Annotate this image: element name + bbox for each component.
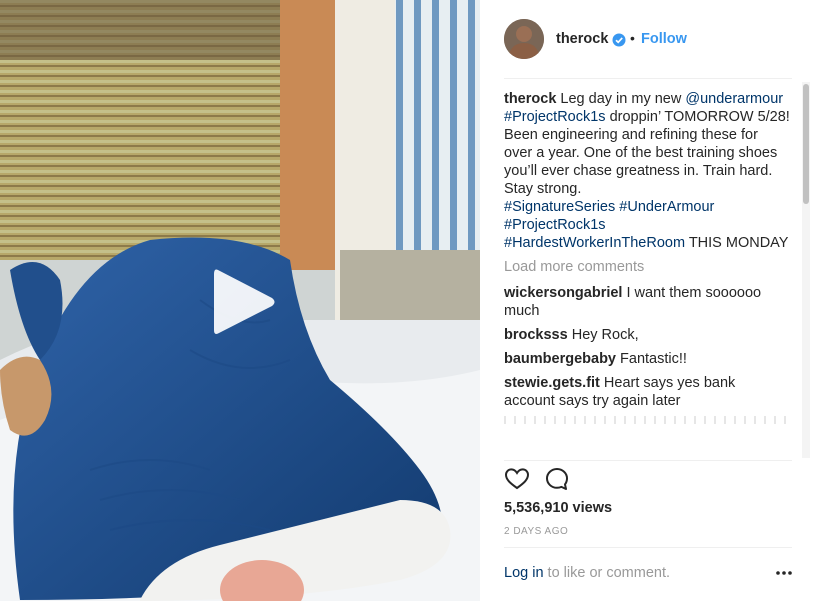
comment-username[interactable]: brocksss: [504, 327, 568, 343]
hashtag-link[interactable]: #ProjectRock1s: [504, 109, 606, 125]
post-author-username[interactable]: therock: [556, 31, 608, 47]
header-divider: [504, 78, 792, 79]
comment-item: wickersongabriel I want them soooooo muc…: [504, 284, 790, 320]
caption-text: Been engineering and refining these for …: [504, 127, 778, 197]
avatar-image: [504, 19, 544, 59]
more-options-icon[interactable]: [774, 566, 794, 580]
video-player[interactable]: [0, 0, 480, 601]
comment-text: Hey Rock,: [567, 327, 639, 343]
login-link[interactable]: Log in: [504, 565, 544, 581]
avatar[interactable]: [504, 19, 544, 59]
separator-dot: •: [630, 30, 635, 46]
comment-text: Fantastic!!: [616, 351, 687, 367]
comment-item: baumbergebaby Fantastic!!: [504, 350, 790, 368]
follow-button[interactable]: Follow: [641, 31, 687, 47]
truncated-comment-edge: [504, 416, 790, 424]
caption-text: droppin’ TOMORROW 5/28!: [605, 109, 790, 125]
comment-username[interactable]: wickersongabriel: [504, 285, 622, 301]
login-prompt: Log in to like or comment.: [504, 565, 670, 581]
hashtag-link[interactable]: #SignatureSeries: [504, 199, 615, 215]
scrollbar-thumb[interactable]: [803, 84, 809, 204]
comment-icon[interactable]: [544, 466, 570, 492]
actions-divider: [504, 460, 792, 461]
load-more-comments-button[interactable]: Load more comments: [504, 258, 790, 276]
comments-scrollbar[interactable]: [802, 82, 810, 458]
post-caption: therock Leg day in my new @underarmour #…: [504, 90, 790, 252]
caption-text: THIS MONDAY: [685, 235, 789, 251]
hashtag-link[interactable]: #UnderArmour: [619, 199, 714, 215]
login-prompt-text: to like or comment.: [543, 565, 671, 581]
post-side-panel: therock • Follow therock Leg day in my n…: [480, 0, 814, 601]
comment-item: brocksss Hey Rock,: [504, 326, 790, 344]
caption-text: Leg day in my new: [556, 91, 686, 107]
post-timestamp[interactable]: 2 DAYS AGO: [504, 526, 568, 537]
play-icon[interactable]: [204, 262, 284, 342]
caption-username[interactable]: therock: [504, 91, 556, 107]
comment-item: stewie.gets.fit Heart says yes bank acco…: [504, 374, 790, 410]
hashtag-link[interactable]: #ProjectRock1s: [504, 217, 606, 233]
view-count[interactable]: 5,536,910 views: [504, 500, 612, 516]
comment-username[interactable]: stewie.gets.fit: [504, 375, 600, 391]
footer-divider: [504, 547, 792, 548]
comment-username[interactable]: baumbergebaby: [504, 351, 616, 367]
mention-link[interactable]: @underarmour: [685, 91, 783, 107]
post-header: therock • Follow: [480, 0, 814, 78]
heart-icon[interactable]: [504, 466, 530, 492]
comments-list[interactable]: therock Leg day in my new @underarmour #…: [504, 90, 790, 458]
verified-icon: [612, 33, 626, 47]
hashtag-link[interactable]: #HardestWorkerInTheRoom: [504, 235, 685, 251]
